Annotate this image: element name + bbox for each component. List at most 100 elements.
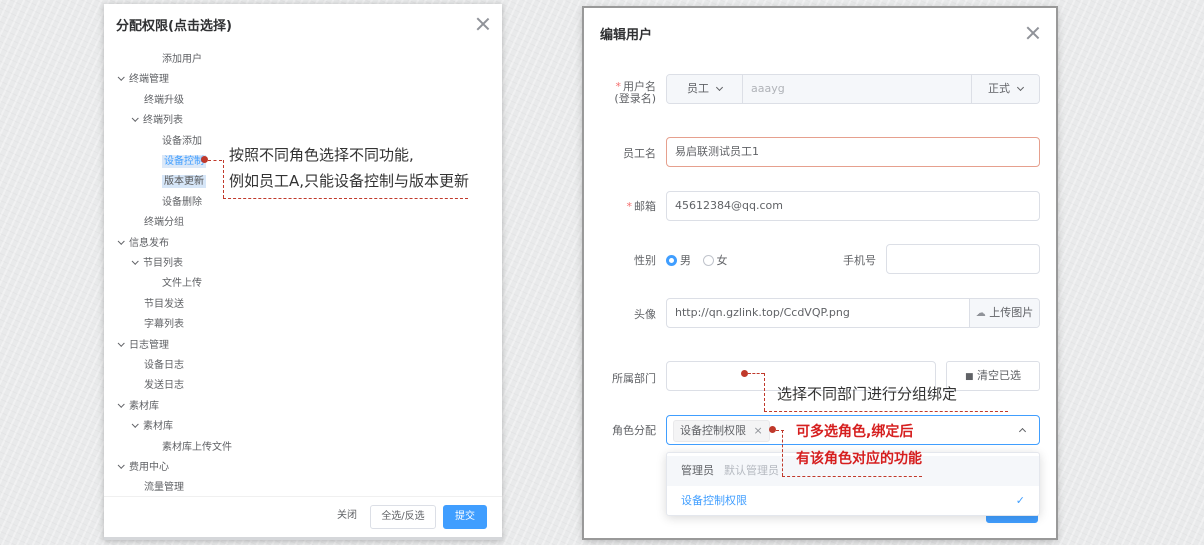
close-button[interactable]: 关闭 (330, 505, 364, 529)
chevron-down-icon[interactable] (131, 421, 139, 429)
tree-node[interactable]: 设备控制 (162, 154, 206, 170)
tree-node[interactable]: 设备日志 (144, 358, 184, 374)
annotation-connector (764, 373, 765, 411)
avatar-url-input[interactable]: http://qn.gzlink.top/CcdVQP.png (675, 299, 850, 327)
tree-node-label: 设备日志 (144, 360, 184, 371)
avatar-group: http://qn.gzlink.top/CcdVQP.png ☁ 上传图片 (666, 298, 1040, 328)
submit-button[interactable]: 提交 (443, 505, 487, 529)
gender-label: 性别 (634, 254, 656, 267)
tree-node[interactable]: 版本更新 (162, 174, 206, 190)
close-icon[interactable] (1026, 26, 1040, 40)
role-annotation-line1: 可多选角色,绑定后 (796, 424, 914, 440)
annotation-connector (748, 373, 764, 374)
annotation-text-line2: 例如员工A,只能设备控制与版本更新 (229, 172, 470, 190)
gender-radio-female[interactable]: 女 (702, 254, 728, 267)
gender-radio-male[interactable]: 男 (666, 254, 691, 267)
clear-selection-button[interactable]: ■ 清空已选 (946, 361, 1040, 391)
tree-node[interactable]: 文件上传 (162, 276, 202, 292)
tree-node[interactable]: 节目列表 (131, 256, 183, 272)
tree-node-label: 终端管理 (129, 74, 169, 86)
chevron-down-icon (715, 83, 724, 92)
chevron-down-icon[interactable] (117, 339, 125, 347)
annotation-connector (223, 160, 224, 198)
tree-node[interactable]: 添加用户 (162, 52, 202, 68)
upload-image-button[interactable]: ☁ 上传图片 (969, 299, 1039, 327)
tree-node-label: 发送日志 (144, 380, 184, 392)
tag-close-icon[interactable]: × (754, 424, 763, 437)
annotation-underline (782, 476, 922, 477)
permission-dialog: 分配权限(点击选择) 添加用户终端管理终端升级终端列表设备添加设备控制版本更新设… (104, 4, 602, 540)
gender-radio-group: 男 女 (666, 252, 728, 268)
close-icon[interactable] (476, 17, 490, 31)
role-label: 角色分配 (612, 424, 656, 437)
chevron-down-icon (1016, 83, 1025, 92)
tree-node-label: 流量管理 (144, 482, 184, 494)
tree-node[interactable]: 终端升级 (144, 93, 184, 109)
cloud-upload-icon: ☁ (975, 308, 986, 319)
trash-icon: ■ (964, 372, 974, 382)
annotation-connector (782, 430, 783, 476)
annotation-dot (769, 426, 776, 433)
chevron-up-icon[interactable] (1018, 427, 1027, 436)
tree-node[interactable]: 设备删除 (162, 195, 202, 211)
tree-node[interactable]: 日志管理 (117, 338, 169, 354)
chevron-down-icon[interactable] (131, 257, 139, 265)
email-label: * 邮箱 (626, 200, 657, 213)
department-label: 所属部门 (612, 372, 656, 385)
tree-node-label: 文件上传 (162, 278, 202, 290)
phone-label: 手机号 (843, 254, 876, 267)
role-annotation-line2: 有该角色对应的功能 (796, 451, 922, 467)
tree-node-label: 版本更新 (162, 175, 206, 189)
avatar-label: 头像 (634, 308, 656, 321)
tree-node-label: 素材库 (143, 421, 173, 433)
tree-node-label: 设备控制 (162, 155, 206, 168)
chevron-down-icon[interactable] (117, 461, 125, 469)
tree-node-label: 信息发布 (129, 237, 169, 249)
tree-node-label: 终端分组 (144, 217, 184, 229)
annotation-underline (764, 411, 1008, 412)
permission-tree: 添加用户终端管理终端升级终端列表设备添加设备控制版本更新设备删除终端分组信息发布… (104, 46, 490, 494)
tree-node[interactable]: 终端列表 (131, 113, 183, 129)
tree-node-label: 字幕列表 (144, 319, 184, 331)
permission-dialog-footer: 关闭 全选/反选 提交 (104, 496, 502, 540)
role-tag: 设备控制权限 × (673, 420, 770, 442)
tree-node-label: 日志管理 (129, 339, 169, 351)
tree-node[interactable]: 素材库 (117, 399, 159, 415)
chevron-down-icon[interactable] (131, 115, 139, 123)
annotation-connector (208, 160, 222, 161)
tree-node[interactable]: 费用中心 (117, 460, 169, 476)
employee-name-input[interactable]: 易启联测试员工1 (666, 137, 1040, 167)
username-group: 员工 aaayg 正式 (666, 74, 1040, 104)
tree-node-label: 费用中心 (129, 462, 169, 473)
tree-node[interactable]: 信息发布 (117, 236, 169, 252)
department-annotation: 选择不同部门进行分组绑定 (777, 385, 958, 403)
tree-node[interactable]: 素材库上传文件 (162, 440, 232, 456)
employee-name-label: 员工名 (623, 147, 656, 160)
tree-node[interactable]: 终端分组 (144, 215, 184, 231)
username-input[interactable]: aaayg (751, 75, 785, 103)
chevron-down-icon[interactable] (117, 400, 125, 408)
tree-node[interactable]: 字幕列表 (144, 317, 184, 333)
toggle-all-button[interactable]: 全选/反选 (370, 505, 436, 529)
user-type-select[interactable]: 员工 (667, 75, 743, 103)
role-option-device-control[interactable]: 设备控制权限 ✓ (667, 486, 1039, 516)
annotation-dot (201, 156, 208, 163)
user-status-select[interactable]: 正式 (971, 75, 1039, 103)
annotation-underline (223, 198, 468, 199)
tree-node[interactable]: 设备添加 (162, 134, 202, 150)
email-input[interactable]: 45612384@qq.com (666, 191, 1040, 221)
tree-node[interactable]: 节目发送 (144, 297, 184, 313)
annotation-text-line1: 按照不同角色选择不同功能, (229, 146, 414, 164)
tree-node-label: 终端列表 (143, 115, 183, 127)
tree-node-label: 素材库 (129, 400, 159, 412)
tree-node[interactable]: 流量管理 (144, 480, 184, 494)
tree-node[interactable]: 终端管理 (117, 72, 169, 88)
tree-node[interactable]: 发送日志 (144, 378, 184, 394)
chevron-down-icon[interactable] (117, 237, 125, 245)
username-label: * 用户名 (登录名) (614, 80, 656, 105)
tree-node[interactable]: 素材库 (131, 419, 173, 435)
annotation-dot (741, 370, 748, 377)
permission-dialog-title: 分配权限(点击选择) (116, 19, 232, 34)
phone-input[interactable] (886, 244, 1040, 274)
chevron-down-icon[interactable] (117, 74, 125, 82)
